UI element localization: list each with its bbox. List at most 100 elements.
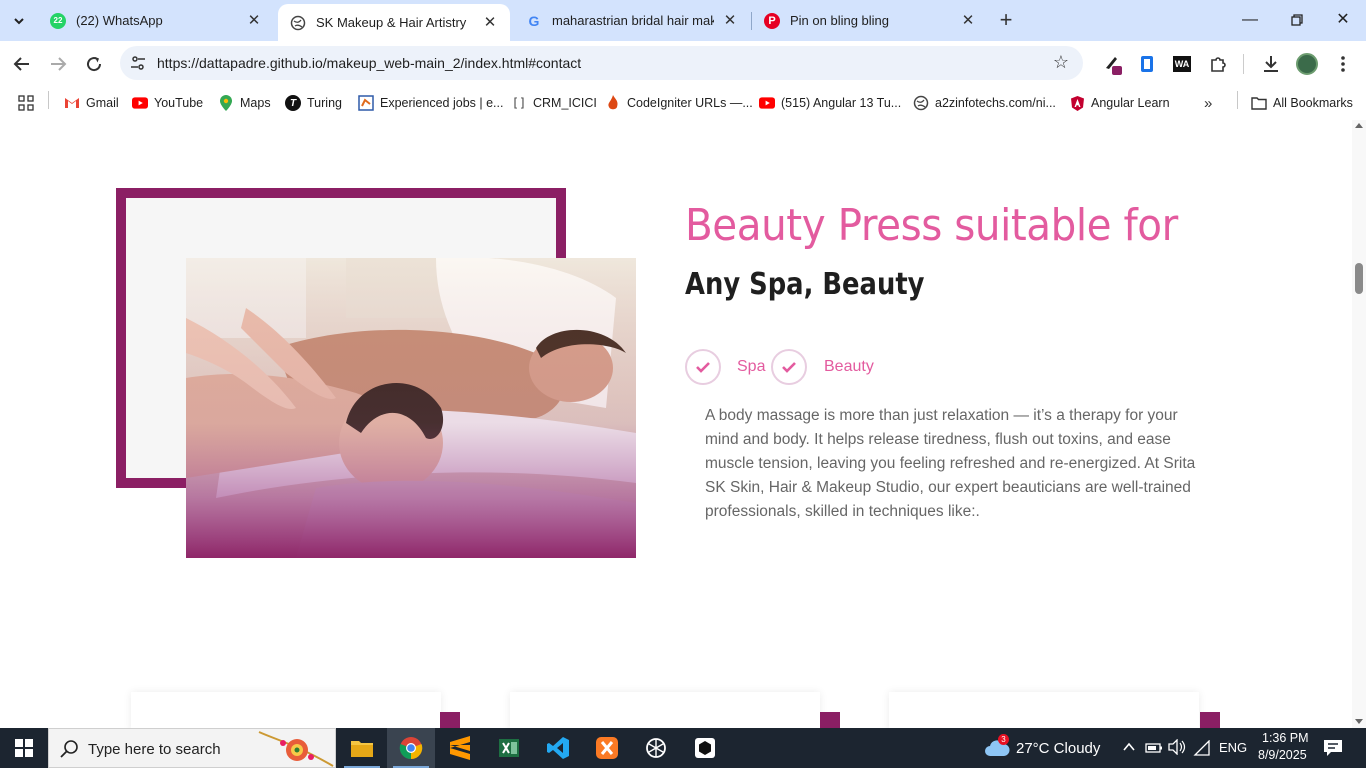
bookmark-a2zinfotechs[interactable]: a2zinfotechs.com/ni... — [913, 93, 1056, 113]
taskbar-sublime-text[interactable] — [436, 728, 484, 768]
bookmark-label: CodeIgniter URLs —... — [627, 96, 753, 110]
bookmark-maps[interactable]: Maps — [218, 93, 271, 113]
service-card — [889, 692, 1199, 728]
checkmark-icon — [782, 362, 796, 373]
wappalyzer-extension[interactable]: WA — [1170, 52, 1194, 76]
bookmarks-overflow-button[interactable]: » — [1204, 93, 1212, 113]
windows-logo-icon — [15, 739, 33, 757]
tab-strip: 22 (22) WhatsApp ✕ SK Makeup & Hair Arti… — [0, 0, 1366, 41]
close-window-button[interactable]: ✕ — [1330, 8, 1356, 32]
taskbar-file-explorer[interactable] — [338, 728, 386, 768]
apps-button[interactable] — [18, 93, 34, 113]
bookmark-label: Angular Learn — [1091, 96, 1170, 110]
address-bar[interactable]: https://dattapadre.github.io/makeup_web-… — [120, 46, 1083, 80]
service-card — [131, 692, 441, 728]
chrome-icon — [399, 737, 423, 760]
page-subheading: Any Spa, Beauty — [685, 267, 925, 302]
browser-menu-button[interactable] — [1331, 52, 1355, 76]
clock-time[interactable]: 1:36 PM — [1262, 731, 1309, 745]
wa-icon: WA — [1172, 56, 1192, 72]
arrow-right-icon — [51, 57, 67, 71]
tab-google-search[interactable]: G maharastrian bridal hair makeup ✕ — [514, 4, 750, 37]
bookmark-gmail[interactable]: Gmail — [64, 93, 119, 113]
new-tab-button[interactable]: + — [996, 9, 1016, 31]
xampp-icon — [596, 737, 618, 759]
bookmark-turing[interactable]: T Turing — [285, 93, 342, 113]
feature-beauty: Beauty — [824, 358, 874, 375]
description-paragraph: A body massage is more than just relaxat… — [705, 407, 1196, 520]
apps-grid-icon — [18, 95, 34, 111]
forward-button[interactable] — [46, 52, 70, 76]
avatar-icon — [1296, 53, 1318, 75]
check-circle-beauty — [771, 349, 807, 385]
youtube-icon — [132, 95, 148, 111]
profile-avatar[interactable] — [1295, 52, 1319, 76]
language-indicator[interactable]: ENG — [1219, 740, 1247, 755]
all-bookmarks-button[interactable]: All Bookmarks — [1251, 93, 1353, 113]
taskbar-chrome[interactable] — [387, 728, 435, 768]
taskbar-xampp[interactable] — [583, 728, 631, 768]
downloads-button[interactable] — [1259, 52, 1283, 76]
site-info-icon[interactable] — [128, 53, 148, 73]
extensions-button[interactable] — [1206, 52, 1230, 76]
bookmark-youtube[interactable]: YouTube — [132, 93, 203, 113]
minimize-button[interactable]: — — [1237, 8, 1263, 32]
bookmark-angular-13[interactable]: (515) Angular 13 Tu... — [759, 93, 901, 113]
bookmark-label: Gmail — [86, 96, 119, 110]
page-headline: Beauty Press suitable for — [685, 200, 1178, 251]
bookmark-codeigniter[interactable]: CodeIgniter URLs —... — [605, 93, 753, 113]
pinterest-icon: P — [764, 12, 780, 29]
taskbar-excel-app[interactable] — [485, 728, 533, 768]
check-circle-spa — [685, 349, 721, 385]
close-icon[interactable]: ✕ — [482, 14, 498, 31]
battery-icon[interactable] — [1145, 741, 1163, 759]
bookmark-label: CRM_ICICI — [533, 96, 597, 110]
volume-icon[interactable] — [1168, 738, 1186, 760]
tab-search-button[interactable] — [6, 8, 32, 34]
tab-title: SK Makeup & Hair Artistry — [316, 15, 467, 30]
close-icon[interactable]: ✕ — [960, 12, 976, 29]
start-button[interactable] — [0, 728, 48, 768]
jobs-site-icon — [358, 95, 374, 111]
bookmark-star-icon[interactable]: ☆ — [1053, 52, 1069, 73]
tab-pinterest[interactable]: P Pin on bling bling ✕ — [752, 4, 988, 37]
bookmark-crm-icici[interactable]: [] CRM_ICICI — [511, 93, 597, 113]
toolbar-separator — [1243, 54, 1244, 74]
restore-button[interactable] — [1284, 8, 1310, 32]
network-icon[interactable] — [1193, 739, 1211, 761]
taskbar-chatgpt[interactable] — [632, 728, 680, 768]
taskbar-vscode[interactable] — [534, 728, 582, 768]
tab-sk-makeup[interactable]: SK Makeup & Hair Artistry ✕ — [278, 4, 510, 41]
extension-icon-2[interactable] — [1135, 52, 1159, 76]
windows-taskbar: Type here to search 3 27°C Cloudy ENG 1:… — [0, 728, 1366, 768]
kebab-menu-icon — [1341, 56, 1345, 72]
scroll-thumb[interactable] — [1355, 263, 1363, 294]
whatsapp-icon: 22 — [50, 12, 66, 29]
close-icon[interactable]: ✕ — [722, 12, 738, 29]
folder-icon — [351, 741, 373, 757]
url-text[interactable]: https://dattapadre.github.io/makeup_web-… — [157, 55, 581, 71]
notification-center-button[interactable] — [1323, 739, 1343, 762]
weather-widget[interactable]: 3 — [984, 734, 1010, 763]
reload-button[interactable] — [82, 52, 106, 76]
extension-icon-1[interactable] — [1102, 52, 1126, 76]
page-scrollbar[interactable] — [1352, 120, 1366, 728]
tab-title: (22) WhatsApp — [76, 13, 163, 28]
taskbar-search-box[interactable]: Type here to search — [48, 728, 336, 768]
tab-whatsapp[interactable]: 22 (22) WhatsApp ✕ — [38, 4, 274, 37]
checkmark-icon — [696, 362, 710, 373]
back-button[interactable] — [10, 52, 34, 76]
scroll-down-arrow-icon[interactable] — [1355, 719, 1363, 724]
openai-icon — [646, 738, 666, 758]
feature-spa: Spa — [737, 358, 766, 375]
rakhi-decoration-icon — [258, 731, 334, 767]
taskbar-app-cube[interactable] — [681, 728, 729, 768]
show-hidden-icons-button[interactable] — [1122, 740, 1136, 759]
youtube-icon — [759, 95, 775, 111]
bookmark-experienced-jobs[interactable]: Experienced jobs | e... — [358, 93, 503, 113]
close-icon[interactable]: ✕ — [246, 12, 262, 29]
clock-date[interactable]: 8/9/2025 — [1258, 748, 1307, 762]
bookmark-angular-learn[interactable]: Angular Learn — [1069, 93, 1170, 113]
scroll-up-arrow-icon[interactable] — [1355, 123, 1363, 128]
pen-extension-icon — [1106, 57, 1122, 75]
